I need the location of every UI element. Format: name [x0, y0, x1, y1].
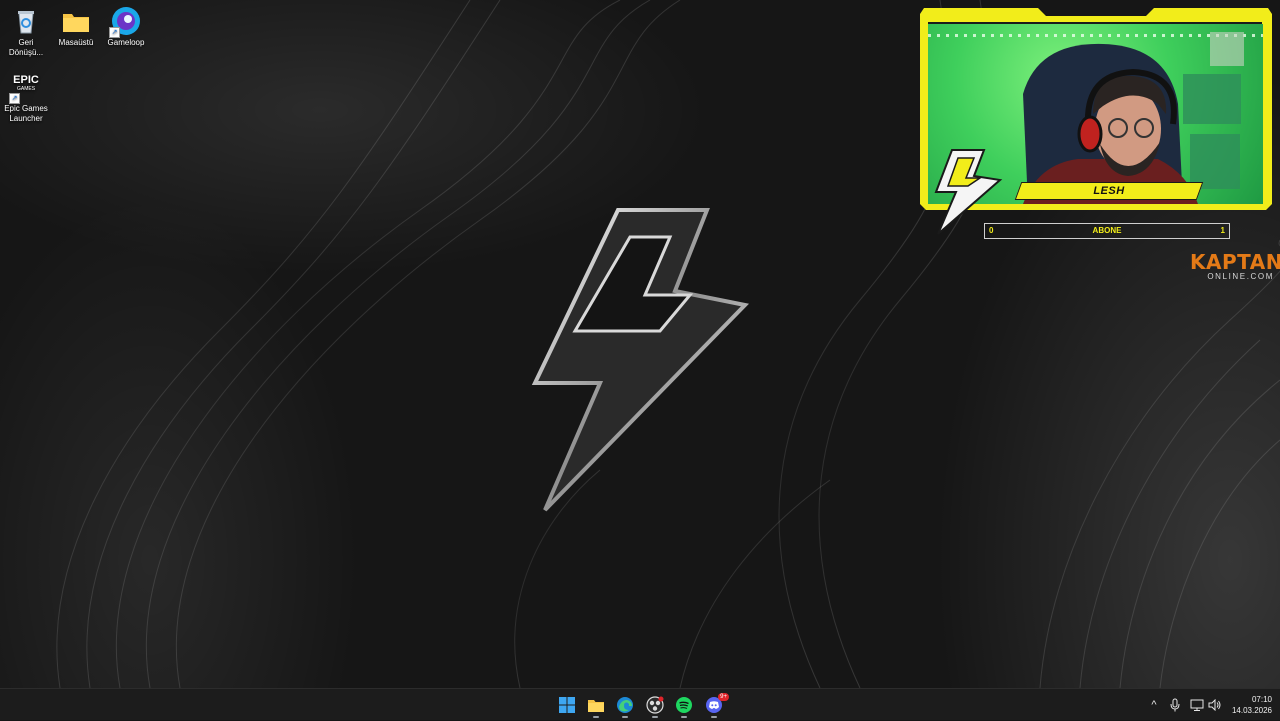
spotify-button[interactable] — [671, 693, 697, 718]
desktop-icon-label: Gameloop — [107, 38, 145, 47]
discord-button[interactable]: 9+ — [701, 693, 729, 718]
running-indicator — [622, 716, 628, 718]
epic-games-icon: EPIC GAMES ↗ — [9, 72, 41, 104]
running-indicator — [593, 716, 599, 718]
chevron-up-icon: ^ — [1151, 699, 1157, 711]
obs-button[interactable] — [642, 693, 668, 718]
desktop-icon-gameloop[interactable]: ↗ Gameloop — [100, 6, 152, 48]
taskbar: 9+ ^ 07:10 14.03.2026 — [0, 688, 1280, 720]
shortcut-arrow-icon: ↗ — [109, 27, 120, 38]
desktop-icon-label: Masaüstü — [58, 38, 94, 47]
running-indicator — [711, 716, 717, 718]
brand-logo-line1: KAPTAN — [1190, 250, 1280, 274]
epic-logo-text: EPIC — [13, 74, 39, 86]
file-explorer-button[interactable] — [583, 693, 609, 718]
clock-date: 14.03.2026 — [1231, 706, 1272, 715]
running-indicator — [681, 716, 687, 718]
folder-icon — [61, 6, 91, 36]
clock-time: 07:10 — [1251, 695, 1272, 704]
streamer-name-plate: LESH — [1014, 182, 1204, 200]
epic-logo-sub: GAMES — [16, 86, 36, 92]
gameloop-icon: ↗ — [109, 6, 141, 38]
brand-logo: KAPTAN ONLINE.COM — [1190, 250, 1280, 281]
desktop-icon-label: Epic Games Launcher — [4, 104, 48, 123]
subscriber-goal-bar: 0 ABONE 1 — [984, 223, 1230, 239]
desktop-icon-recycle-bin[interactable]: Geri Dönüşü... — [0, 6, 52, 58]
recycle-bin-icon — [11, 6, 41, 36]
windows-icon — [559, 697, 575, 713]
folder-icon — [588, 700, 604, 712]
desktop-icon-label: Geri Dönüşü... — [8, 38, 44, 57]
tray-overflow-button[interactable]: ^ — [1146, 689, 1162, 721]
network-icon — [1190, 699, 1204, 711]
microphone-icon — [1170, 698, 1180, 712]
running-indicator — [652, 716, 658, 718]
tray-clock[interactable]: 07:10 14.03.2026 — [1212, 694, 1272, 716]
spotify-icon — [676, 697, 692, 713]
desktop: Geri Dönüşü... Masaüstü ↗ Gameloop EPIC … — [0, 0, 1280, 688]
subscriber-goal-target: 1 — [1220, 226, 1225, 235]
desktop-icon-masaustu[interactable]: Masaüstü — [50, 6, 102, 48]
tray-network-button[interactable] — [1188, 689, 1206, 721]
tray-microphone-button[interactable] — [1166, 689, 1184, 721]
subscriber-goal-label: ABONE — [1092, 226, 1122, 235]
start-button[interactable] — [554, 693, 580, 717]
shortcut-arrow-icon: ↗ — [9, 93, 20, 104]
obs-icon — [646, 696, 664, 714]
edge-button[interactable] — [612, 693, 638, 718]
streamer-name: LESH — [1093, 185, 1125, 197]
desktop-icon-epic-games[interactable]: EPIC GAMES ↗ Epic Games Launcher — [0, 72, 52, 124]
edge-icon — [617, 697, 633, 713]
wallpaper-bolt-logo — [531, 208, 750, 512]
notification-badge: 9+ — [718, 693, 729, 701]
